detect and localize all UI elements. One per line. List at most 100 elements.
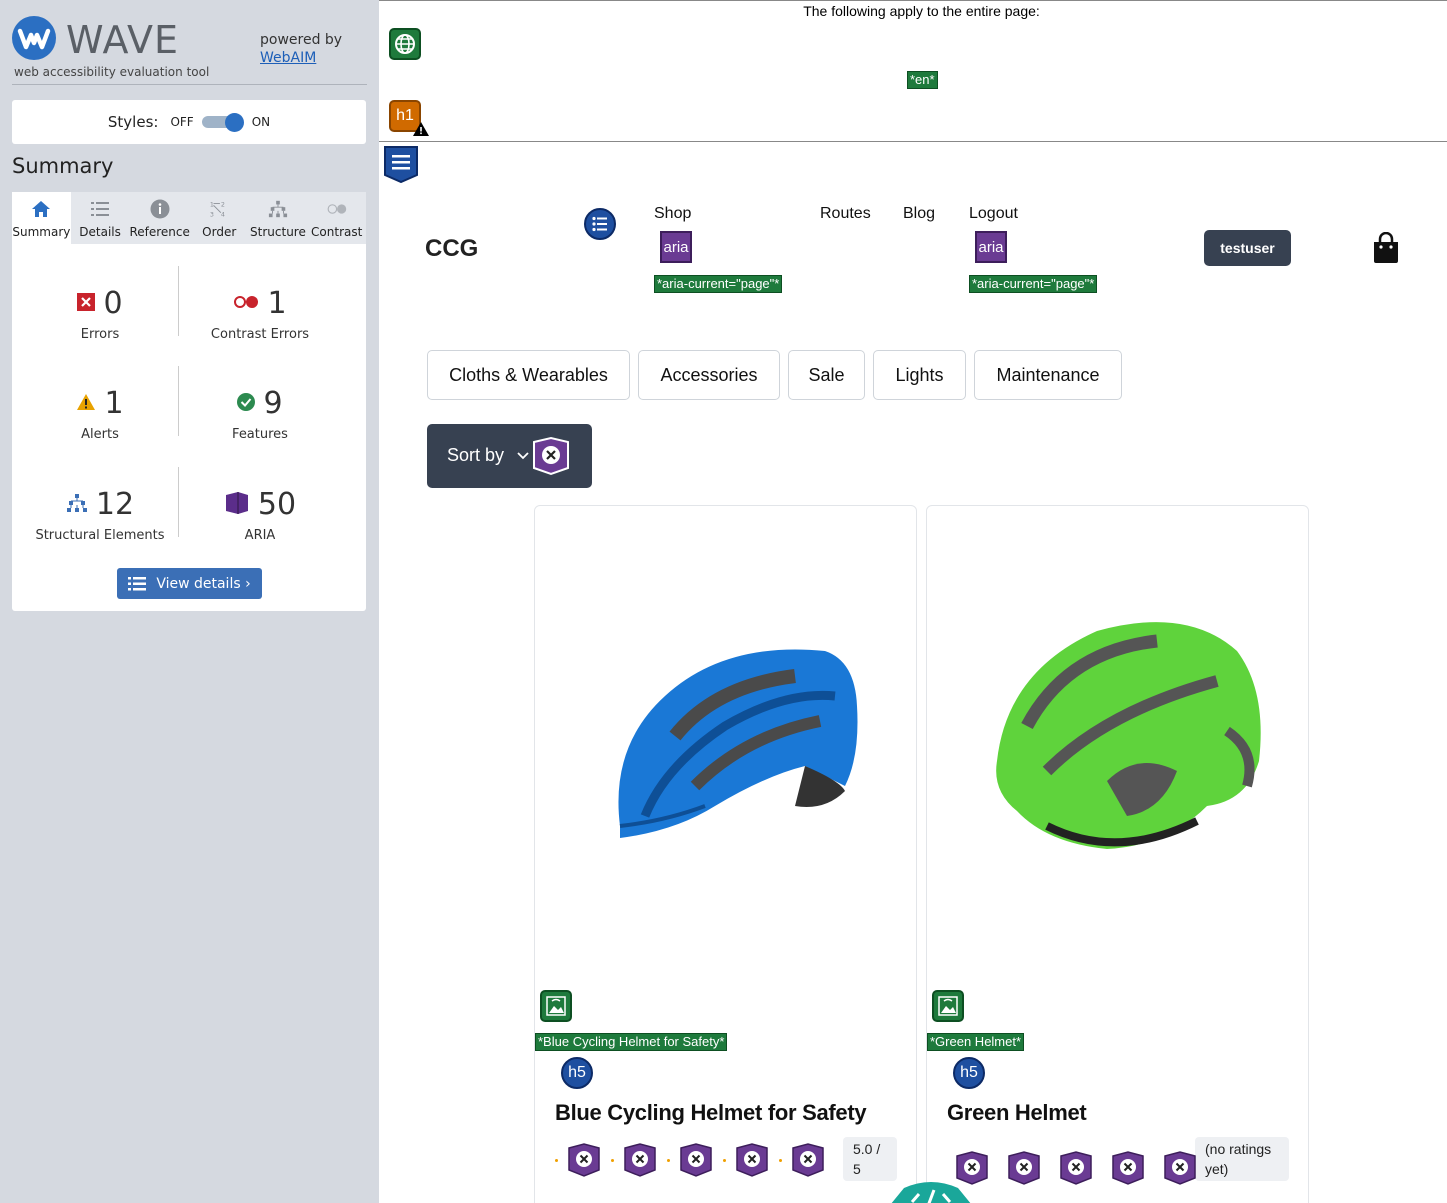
wave-sidebar: WAVE web accessibility evaluation tool p… [0, 0, 379, 1203]
alt-text-tag: *Blue Cycling Helmet for Safety* [535, 1033, 728, 1051]
contrast-errors-count: 1 [267, 286, 287, 321]
structural-stat[interactable]: 12 Structural Elements [16, 487, 184, 543]
sort-by-button[interactable]: Sort by [427, 424, 592, 488]
h5-heading-icon[interactable]: h5 [953, 1057, 985, 1089]
chevron-down-icon [517, 452, 529, 460]
home-icon [31, 199, 51, 219]
tab-contrast[interactable]: Contrast [307, 192, 366, 244]
webaim-link[interactable]: WebAIM [260, 50, 316, 66]
aria-stat[interactable]: 50 ARIA [176, 487, 344, 543]
list-icon [90, 199, 110, 219]
empty-button-error-icon[interactable] [531, 436, 571, 476]
tab-reference[interactable]: Reference [129, 192, 190, 244]
contrast-errors-label: Contrast Errors [210, 327, 310, 342]
powered-by: powered by WebAIM [260, 31, 342, 67]
contrast-icon [327, 199, 347, 219]
styles-toggle[interactable] [201, 113, 244, 132]
empty-button-error-icon[interactable] [1007, 1151, 1041, 1185]
h5-heading-icon[interactable]: h5 [561, 1057, 593, 1089]
rating-star [723, 1159, 726, 1162]
errors-stat[interactable]: 0 Errors [16, 286, 184, 342]
view-details-button[interactable]: View details › [117, 568, 262, 599]
info-icon [150, 199, 170, 219]
wave-title: WAVE [66, 18, 180, 62]
linked-image-icon[interactable] [932, 990, 964, 1022]
aria-icon[interactable]: aria [660, 231, 692, 263]
tab-label: Summary [12, 225, 71, 239]
navigation-region-icon[interactable] [383, 145, 419, 183]
rating-star [779, 1159, 782, 1162]
styles-on-label: ON [251, 115, 271, 129]
contrast-errors-stat[interactable]: 1 Contrast Errors [176, 286, 344, 342]
tab-label: Details [79, 225, 121, 239]
h1-label: h1 [396, 107, 414, 124]
nav-routes[interactable]: Routes [820, 205, 871, 223]
code-toggle-icon[interactable] [884, 1180, 978, 1203]
empty-button-error-icon[interactable] [1111, 1151, 1145, 1185]
rating-star [555, 1159, 558, 1162]
empty-button-error-icon[interactable] [567, 1143, 601, 1177]
list-structure-icon[interactable] [584, 208, 616, 240]
tab-details[interactable]: Details [71, 192, 130, 244]
linked-image-icon[interactable] [540, 990, 572, 1022]
nav-shop[interactable]: Shop [654, 205, 691, 223]
tab-label: Reference [129, 225, 190, 239]
aria-count: 50 [257, 487, 297, 522]
h1-alert-icon[interactable]: h1 [389, 100, 429, 136]
errors-count: 0 [103, 286, 123, 321]
tab-order[interactable]: 1234 Order [190, 192, 249, 244]
empty-button-error-icon[interactable] [735, 1143, 769, 1177]
svg-text:3: 3 [210, 211, 214, 218]
order-icon: 1234 [209, 199, 229, 219]
page-wide-annotations: The following apply to the entire page: … [379, 0, 1447, 142]
category-button[interactable]: Cloths & Wearables [427, 350, 630, 400]
brand-logo[interactable]: CCG [425, 235, 478, 263]
rating-text: (no ratings yet) [1195, 1137, 1289, 1181]
styles-off-label: OFF [170, 115, 194, 129]
features-count: 9 [263, 386, 283, 421]
category-button[interactable]: Lights [873, 350, 966, 400]
powered-by-text: powered by [260, 32, 343, 48]
svg-text:2: 2 [221, 201, 225, 208]
language-globe-icon[interactable] [389, 28, 421, 60]
contrast-error-icon [233, 294, 259, 313]
aria-icon[interactable]: aria [975, 231, 1007, 263]
structural-count: 12 [95, 487, 135, 522]
rating-star [667, 1159, 670, 1162]
empty-button-error-icon[interactable] [1059, 1151, 1093, 1185]
summary-card: 0 Errors 1 Contrast Errors 1 Alerts 9 Fe… [12, 244, 366, 611]
category-button[interactable]: Sale [788, 350, 865, 400]
features-stat[interactable]: 9 Features [176, 386, 344, 442]
product-name[interactable]: Blue Cycling Helmet for Safety [555, 1100, 867, 1126]
category-button[interactable]: Accessories [638, 350, 780, 400]
shopping-bag-icon[interactable] [1372, 232, 1400, 264]
structure-icon [268, 199, 288, 219]
summary-heading: Summary [12, 154, 114, 178]
alerts-count: 1 [104, 386, 124, 421]
product-card[interactable]: *Green Helmet* h5 Green Helmet (no ratin… [926, 505, 1309, 1203]
structural-label: Structural Elements [35, 528, 165, 543]
sort-by-label: Sort by [447, 445, 505, 465]
divider [12, 84, 367, 85]
nav-blog[interactable]: Blog [903, 205, 935, 223]
evaluated-page: The following apply to the entire page: … [379, 0, 1447, 1203]
empty-button-error-icon[interactable] [679, 1143, 713, 1177]
list-icon [128, 576, 147, 590]
green-helmet-image[interactable] [987, 611, 1267, 856]
nav-logout[interactable]: Logout [969, 205, 1018, 223]
language-tag: *en* [907, 71, 938, 89]
alerts-stat[interactable]: 1 Alerts [16, 386, 184, 442]
product-name[interactable]: Green Helmet [947, 1100, 1087, 1126]
user-menu-button[interactable]: testuser [1204, 230, 1291, 266]
product-card[interactable]: *Blue Cycling Helmet for Safety* h5 Blue… [534, 505, 917, 1203]
aria-label: ARIA [244, 528, 276, 543]
blue-helmet-image[interactable] [605, 616, 865, 846]
tab-summary[interactable]: Summary [12, 192, 71, 244]
view-details-label: View details › [156, 575, 251, 592]
empty-button-error-icon[interactable] [1163, 1151, 1197, 1185]
empty-button-error-icon[interactable] [623, 1143, 657, 1177]
category-button[interactable]: Maintenance [974, 350, 1122, 400]
aria-current-tag: *aria-current="page"* [654, 275, 783, 293]
tab-structure[interactable]: Structure [249, 192, 308, 244]
empty-button-error-icon[interactable] [791, 1143, 825, 1177]
